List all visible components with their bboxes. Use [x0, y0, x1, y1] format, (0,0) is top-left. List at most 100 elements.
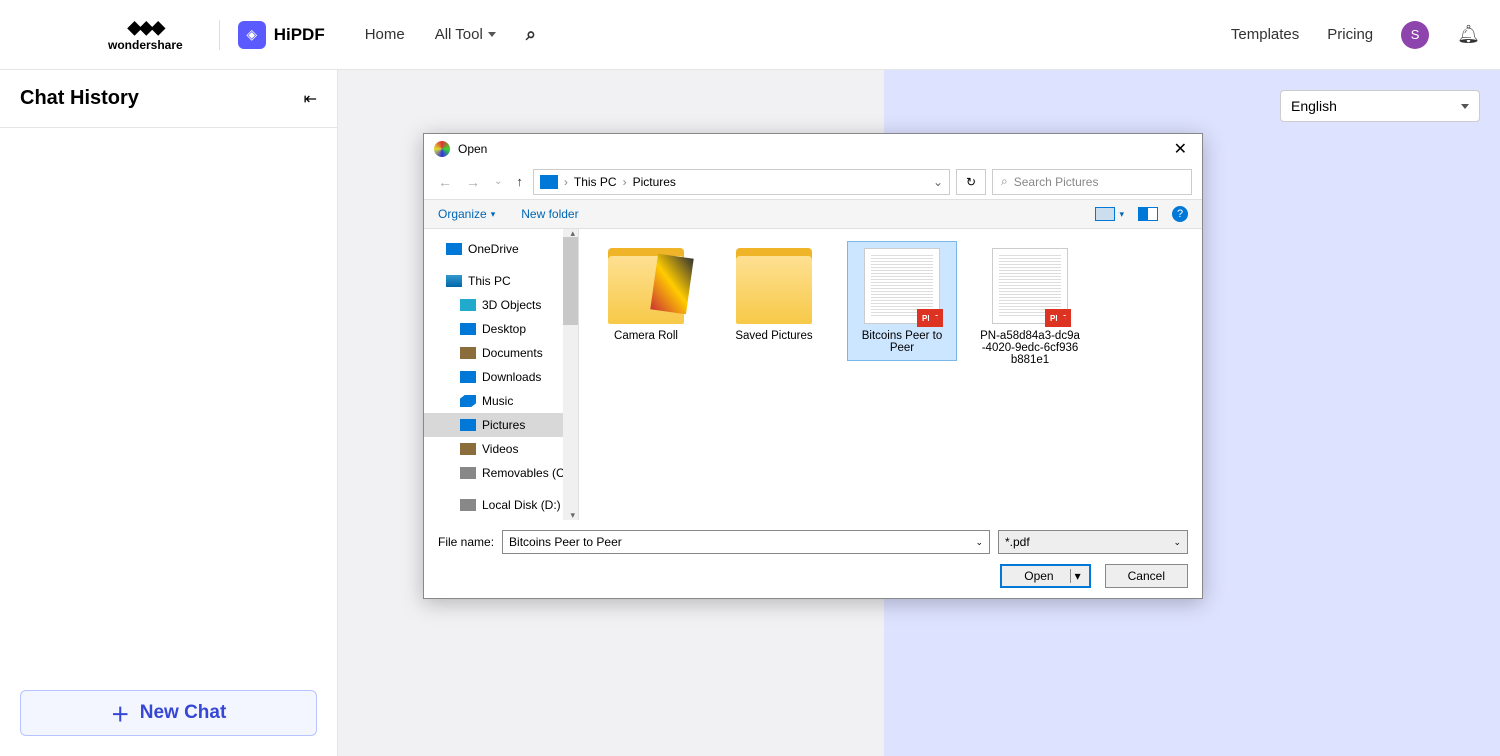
nav-templates[interactable]: Templates [1231, 26, 1299, 43]
organize-menu[interactable]: Organize ▾ [438, 207, 495, 221]
tree-onedrive[interactable]: OneDrive [424, 237, 578, 261]
file-camera-roll[interactable]: Camera Roll [591, 241, 701, 349]
search-input[interactable]: ⌕ Search Pictures [992, 169, 1192, 195]
app-icon [434, 141, 450, 157]
dialog-title: Open [458, 142, 487, 156]
document-icon: PDF [864, 248, 940, 324]
search-placeholder: Search Pictures [1014, 175, 1099, 189]
file-label: Saved Pictures [735, 330, 812, 342]
pictures-icon [460, 419, 476, 431]
view-mode-button[interactable]: ▾ [1095, 207, 1124, 221]
language-value: English [1291, 98, 1337, 114]
music-icon [460, 395, 476, 407]
file-grid: Camera Roll Saved Pictures PDF Bitcoins … [579, 229, 1202, 520]
wondershare-text: wondershare [108, 38, 183, 52]
nav-pricing[interactable]: Pricing [1327, 26, 1373, 43]
desktop-icon [460, 323, 476, 335]
dialog-nav: ← → ⌄ ↑ › This PC › Pictures ⌄ ↻ ⌕ Searc… [424, 164, 1202, 199]
tree-label: OneDrive [468, 242, 519, 256]
tree-desktop[interactable]: Desktop [424, 317, 578, 341]
forward-arrow-icon[interactable]: → [462, 170, 484, 194]
help-icon[interactable]: ? [1172, 206, 1188, 222]
dialog-titlebar: Open ✕ [424, 134, 1202, 164]
up-arrow-icon[interactable]: ↑ [512, 170, 527, 193]
documents-icon [460, 347, 476, 359]
downloads-icon [460, 371, 476, 383]
breadcrumb-sep: › [564, 175, 568, 189]
tree-label: Local Disk (D:) [482, 498, 561, 512]
sidebar: Chat History ⇤ ＋ New Chat [0, 70, 338, 756]
hipdf-logo[interactable]: ◈ HiPDF [238, 21, 325, 49]
breadcrumb-folder[interactable]: Pictures [633, 175, 676, 189]
close-icon[interactable]: ✕ [1169, 139, 1192, 159]
breadcrumb-root[interactable]: This PC [574, 175, 617, 189]
nav-right: Templates Pricing S 🔔︎ [1231, 21, 1480, 49]
sidebar-title: Chat History [20, 87, 139, 110]
filename-value: Bitcoins Peer to Peer [509, 535, 622, 549]
tree-local-d[interactable]: Local Disk (D:) [424, 493, 578, 517]
preview-pane-icon[interactable] [1138, 207, 1158, 221]
hipdf-text: HiPDF [274, 25, 325, 45]
tree-label: This PC [468, 274, 511, 288]
filetype-value: *.pdf [1005, 535, 1030, 549]
tree-music[interactable]: Music [424, 389, 578, 413]
new-chat-button[interactable]: ＋ New Chat [20, 690, 317, 736]
recent-chevron-icon[interactable]: ⌄ [490, 172, 506, 191]
open-button[interactable]: Open ▾ [1000, 564, 1090, 588]
open-label: Open [1024, 569, 1053, 583]
avatar[interactable]: S [1401, 21, 1429, 49]
scroll-down-icon[interactable]: ▾ [570, 510, 575, 520]
chevron-down-icon: ▾ [491, 209, 496, 220]
tree-removables[interactable]: Removables (C:) [424, 461, 578, 485]
dialog-toolbar: Organize ▾ New folder ▾ ? [424, 199, 1202, 229]
collapse-icon[interactable]: ⇤ [304, 89, 317, 109]
tree-label: Pictures [482, 418, 525, 432]
tree-label: Music [482, 394, 513, 408]
bell-icon[interactable]: 🔔︎ [1457, 24, 1480, 45]
dropdown-split-icon[interactable]: ▾ [1070, 569, 1085, 583]
cancel-button[interactable]: Cancel [1105, 564, 1188, 588]
pdf-badge-icon: PDF [1045, 309, 1071, 327]
wondershare-logo[interactable]: ◆◆◆ wondershare [108, 17, 183, 52]
new-chat-label: New Chat [140, 702, 227, 724]
refresh-button[interactable]: ↻ [956, 169, 986, 195]
file-label: Camera Roll [614, 330, 678, 342]
nav-all-tool-label: All Tool [435, 26, 483, 43]
tree-scrollbar[interactable]: ▴ ▾ [563, 229, 578, 520]
thumbnails-icon [1095, 207, 1115, 221]
organize-label: Organize [438, 207, 487, 221]
search-icon[interactable]: ⌕ [526, 24, 536, 45]
back-arrow-icon[interactable]: ← [434, 170, 456, 194]
new-folder-button[interactable]: New folder [521, 207, 578, 221]
chevron-down-icon [488, 32, 496, 37]
tree-documents[interactable]: Documents [424, 341, 578, 365]
breadcrumb[interactable]: › This PC › Pictures ⌄ [533, 169, 950, 195]
folder-icon [608, 248, 684, 324]
top-nav: ◆◆◆ wondershare ◈ HiPDF Home All Tool ⌕ … [0, 0, 1500, 70]
tree-pictures[interactable]: Pictures [424, 413, 578, 437]
tree-videos[interactable]: Videos [424, 437, 578, 461]
tree-label: 3D Objects [482, 298, 541, 312]
file-label: Bitcoins Peer to Peer [851, 330, 953, 354]
nav-links: Home All Tool ⌕ [365, 24, 536, 45]
pdf-badge-icon: PDF [917, 309, 943, 327]
tree-3d-objects[interactable]: 3D Objects [424, 293, 578, 317]
dialog-body: OneDrive This PC 3D Objects Desktop Docu… [424, 229, 1202, 520]
file-saved-pictures[interactable]: Saved Pictures [719, 241, 829, 349]
tree-label: Desktop [482, 322, 526, 336]
filetype-select[interactable]: *.pdf ⌄ [998, 530, 1188, 554]
language-select[interactable]: English [1280, 90, 1480, 122]
scroll-thumb[interactable] [563, 237, 578, 325]
tree-downloads[interactable]: Downloads [424, 365, 578, 389]
tree-label: Videos [482, 442, 518, 456]
file-pn-pdf[interactable]: PDF PN-a58d84a3-dc9a-4020-9edc-6cf936b88… [975, 241, 1085, 373]
tree-this-pc[interactable]: This PC [424, 269, 578, 293]
tree-label: Documents [482, 346, 543, 360]
file-bitcoins-pdf[interactable]: PDF Bitcoins Peer to Peer [847, 241, 957, 361]
cloud-icon [446, 243, 462, 255]
nav-home[interactable]: Home [365, 24, 405, 45]
videos-icon [460, 443, 476, 455]
chevron-down-icon[interactable]: ⌄ [933, 175, 943, 189]
nav-all-tool[interactable]: All Tool [435, 24, 496, 45]
filename-input[interactable]: Bitcoins Peer to Peer ⌄ [502, 530, 990, 554]
